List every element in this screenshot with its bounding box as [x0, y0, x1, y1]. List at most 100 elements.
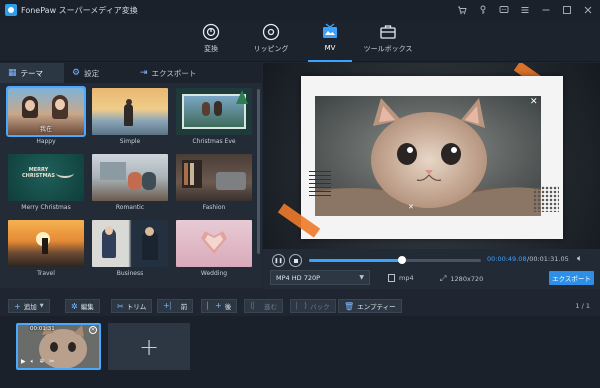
theme-name: Happy	[36, 138, 56, 145]
theme-thumbnail: MERRY CHRISTMAS	[8, 154, 84, 201]
theme-name: Travel	[37, 270, 55, 277]
tab-ripping-label: リッピング	[253, 45, 289, 53]
tab-mv-label: MV	[324, 44, 336, 52]
main-nav: 変換 リッピング MV ツールボックス	[0, 20, 600, 62]
theme-thumbnail: 我在	[6, 86, 86, 137]
magic-wand-icon: ✲	[71, 301, 78, 311]
magic-wand-icon[interactable]: ✲	[39, 358, 44, 366]
theme-name: Romantic	[115, 204, 145, 211]
app-window: FonePaw スーパーメディア変換 変換 リッピング MV ツールボックス ▦…	[0, 0, 600, 388]
subtab-export-label: エクスポート	[151, 68, 197, 78]
front-label: 前	[180, 303, 188, 311]
edit-button[interactable]: ✲ 編集	[65, 299, 100, 313]
theme-wedding[interactable]: Wedding	[176, 220, 252, 277]
maximize-icon[interactable]	[560, 3, 573, 16]
forward-button[interactable]: ⟨⎸ 進む	[244, 299, 284, 313]
total-time: /00:01:31.05	[527, 255, 569, 263]
window-controls	[455, 3, 594, 16]
back-button[interactable]: ⎸+ 後	[201, 299, 238, 313]
page-count: 1 / 1	[575, 302, 590, 310]
subtab-export[interactable]: ⇥ エクスポート	[132, 63, 224, 83]
video-preview: ✕ ✕	[263, 63, 600, 249]
file-icon	[388, 274, 395, 282]
close-icon[interactable]	[581, 3, 594, 16]
tab-toolbox[interactable]: ツールボックス	[357, 23, 419, 61]
tab-convert[interactable]: 変換	[183, 23, 239, 61]
theme-name: Simple	[119, 138, 141, 145]
chevron-down-icon: ▼	[359, 274, 364, 281]
front-button[interactable]: +⎸ 前	[157, 299, 194, 313]
stripes-decoration	[309, 171, 331, 199]
title-bar: FonePaw スーパーメディア変換	[0, 0, 600, 20]
sparkle-icon: ✕	[408, 203, 414, 211]
cart-icon[interactable]	[455, 3, 468, 16]
backward-button[interactable]: ⎸⟩ バック	[290, 299, 336, 313]
convert-icon	[202, 23, 220, 41]
subtab-theme[interactable]: ▦ テーマ	[0, 63, 64, 83]
trim-button[interactable]: ✂ トリム	[111, 299, 153, 313]
move-left-icon: ⟨⎸	[250, 301, 262, 310]
theme-name: Christmas Eve	[192, 138, 236, 145]
menu-icon[interactable]	[518, 3, 531, 16]
scissors-icon[interactable]: ✂	[49, 358, 54, 366]
subtab-settings[interactable]: ⚙ 設定	[64, 63, 132, 83]
trash-icon: 🗑︎	[344, 301, 355, 311]
back-label: 後	[224, 303, 232, 311]
theme-christmas-eve[interactable]: Christmas Eve	[176, 88, 252, 145]
progress-handle[interactable]	[397, 256, 406, 264]
clip-remove-icon[interactable]: ✕	[89, 326, 97, 334]
progress-fill	[309, 259, 402, 262]
theme-thumbnail	[176, 88, 252, 135]
move-right-icon: ⎸⟩	[296, 301, 308, 310]
insert-after-icon: ⎸+	[207, 301, 222, 310]
theme-thumbnail	[92, 220, 168, 267]
stop-button[interactable]	[289, 254, 302, 267]
format-select[interactable]: MP4 HD 720P ▼	[270, 270, 370, 285]
edit-toolbar: + 追加 ▼ ✲ 編集 ✂ トリム +⎸ 前 ⎸+ 後 ⟨⎸ 進む ⎸⟩ バック	[0, 296, 600, 316]
theme-fashion[interactable]: Fashion	[176, 154, 252, 211]
theme-name: Fashion	[202, 204, 226, 211]
theme-merry-christmas[interactable]: MERRY CHRISTMAS Merry Christmas	[8, 154, 84, 211]
theme-simple[interactable]: Simple	[92, 88, 168, 145]
tab-toolbox-label: ツールボックス	[363, 45, 413, 53]
resolution-info: ⤢ 1280x720	[440, 274, 483, 284]
empty-button[interactable]: 🗑︎ エンプティー	[338, 299, 402, 313]
player-controls: ❚❚ 00:00:49.08 /00:01:31.05 🔈︎ MP4 HD 72…	[263, 249, 600, 289]
settings-icon: ⚙	[72, 68, 81, 78]
theme-happy-caption: 我在	[39, 126, 52, 133]
play-icon[interactable]: ▶	[21, 358, 26, 366]
theme-thumbnail	[92, 154, 168, 201]
theme-travel[interactable]: Travel	[8, 220, 84, 277]
stop-icon	[293, 258, 298, 263]
tab-convert-label: 変換	[204, 45, 218, 53]
theme-name: Business	[116, 270, 144, 277]
volume-icon[interactable]: 🔈︎	[577, 254, 582, 264]
theme-name: Wedding	[200, 270, 228, 277]
volume-icon[interactable]: 🔈︎	[31, 358, 35, 366]
theme-scrollbar[interactable]	[257, 89, 260, 254]
subtab-settings-label: 設定	[84, 68, 100, 78]
add-clip-button[interactable]: +	[108, 323, 190, 370]
chat-icon[interactable]	[497, 3, 510, 16]
toolbox-icon	[379, 23, 397, 41]
export-button[interactable]: エクスポート	[549, 271, 594, 285]
subtab-theme-label: テーマ	[20, 68, 44, 78]
pause-button[interactable]: ❚❚	[272, 254, 285, 267]
theme-romantic[interactable]: Romantic	[92, 154, 168, 211]
format-value: MP4 HD 720P	[276, 273, 321, 282]
current-time: 00:00:49.08	[487, 255, 527, 263]
tab-ripping[interactable]: リッピング	[243, 23, 299, 61]
key-icon[interactable]	[476, 3, 489, 16]
kitten-photo	[315, 96, 541, 216]
minimize-icon[interactable]	[539, 3, 552, 16]
tab-mv[interactable]: MV	[302, 23, 358, 62]
theme-thumbnail	[8, 220, 84, 267]
timeline-clip[interactable]: 00:01:31 ✕ ▶ 🔈︎ ✲ ✂	[16, 323, 101, 370]
theme-business[interactable]: Business	[92, 220, 168, 277]
theme-icon: ▦	[8, 68, 17, 78]
resize-icon: ⤢	[440, 274, 447, 283]
theme-happy[interactable]: 我在 Happy	[6, 86, 86, 145]
plus-icon: +	[14, 301, 21, 311]
add-button[interactable]: + 追加 ▼	[8, 299, 50, 313]
progress-bar[interactable]	[309, 256, 481, 264]
